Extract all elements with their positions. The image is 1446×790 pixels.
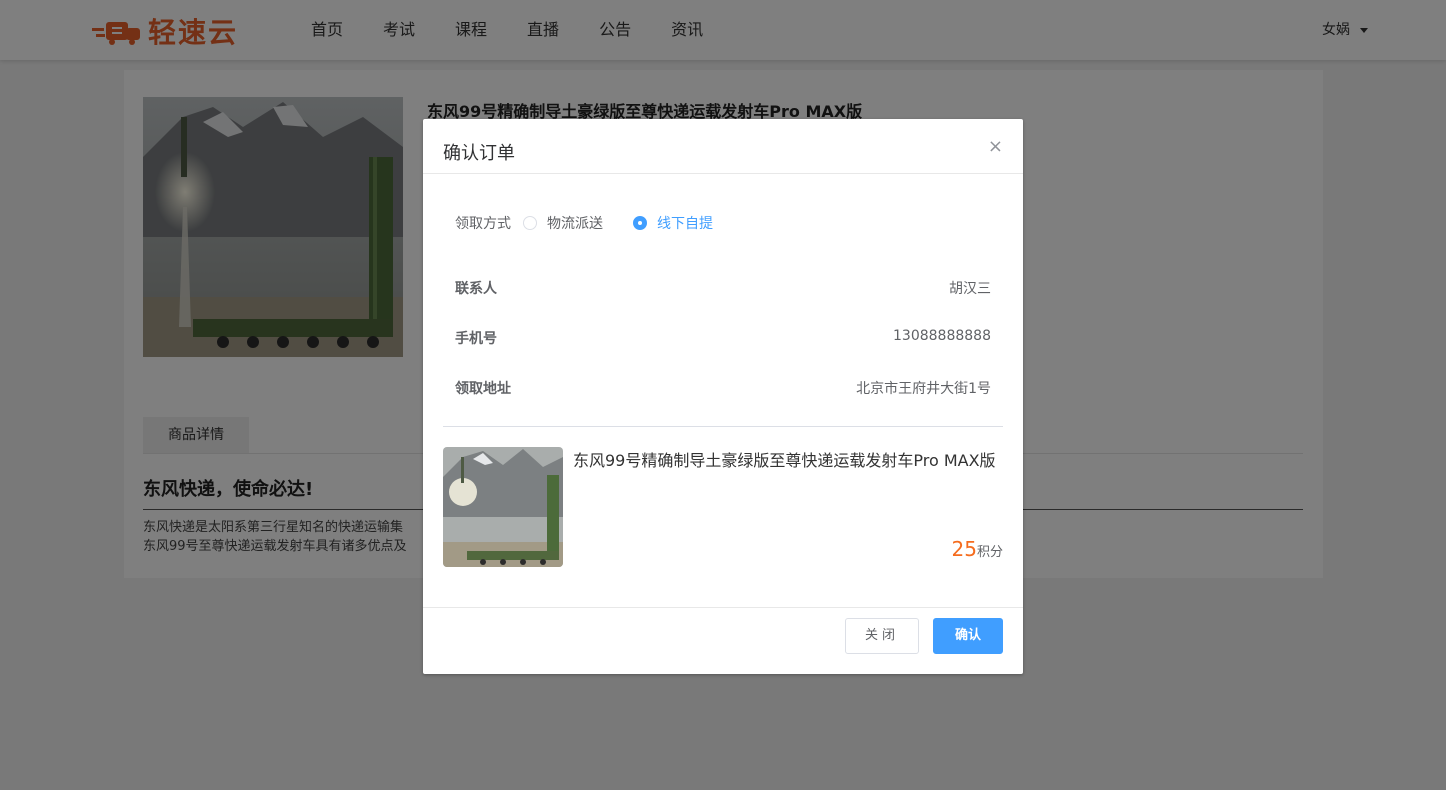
address-row: 领取地址 北京市王府井大街1号	[455, 378, 991, 398]
pickup-method-label: 领取方式	[455, 216, 511, 232]
close-icon[interactable]: ×	[988, 137, 1003, 157]
address-value: 北京市王府井大街1号	[856, 381, 991, 397]
price-value: 25	[951, 537, 977, 561]
dialog-title: 确认订单	[443, 143, 515, 164]
price-unit: 积分	[976, 545, 1003, 560]
confirm-order-dialog: 确认订单 × 领取方式 物流派送 线下自提 联系人 胡汉三 手机号 130888…	[423, 119, 1023, 674]
radio-label: 线下自提	[657, 216, 713, 232]
order-item-title: 东风99号精确制导土豪绿版至尊快递运载发射车Pro MAX版	[573, 451, 996, 470]
dialog-footer-divider	[423, 607, 1023, 608]
radio-self-pickup[interactable]: 线下自提	[633, 213, 713, 233]
phone-row: 手机号 13088888888	[455, 328, 991, 348]
radio-circle-checked-icon	[633, 216, 647, 230]
order-item-image	[443, 447, 563, 567]
radio-label: 物流派送	[547, 216, 603, 232]
pickup-method-row: 领取方式 物流派送 线下自提	[455, 213, 713, 233]
radio-circle-icon	[523, 216, 537, 230]
phone-value: 13088888888	[893, 328, 991, 344]
order-item-price: 25积分	[952, 537, 1003, 561]
dialog-header: 确认订单 ×	[423, 119, 1023, 174]
contact-value: 胡汉三	[949, 281, 991, 297]
divider	[443, 426, 1003, 427]
address-label: 领取地址	[455, 381, 511, 397]
radio-logistics[interactable]: 物流派送	[523, 213, 603, 233]
confirm-button[interactable]: 确认	[933, 618, 1003, 654]
phone-label: 手机号	[455, 331, 497, 347]
close-button[interactable]: 关闭	[845, 618, 919, 654]
contact-row: 联系人 胡汉三	[455, 278, 991, 298]
contact-label: 联系人	[455, 281, 497, 297]
